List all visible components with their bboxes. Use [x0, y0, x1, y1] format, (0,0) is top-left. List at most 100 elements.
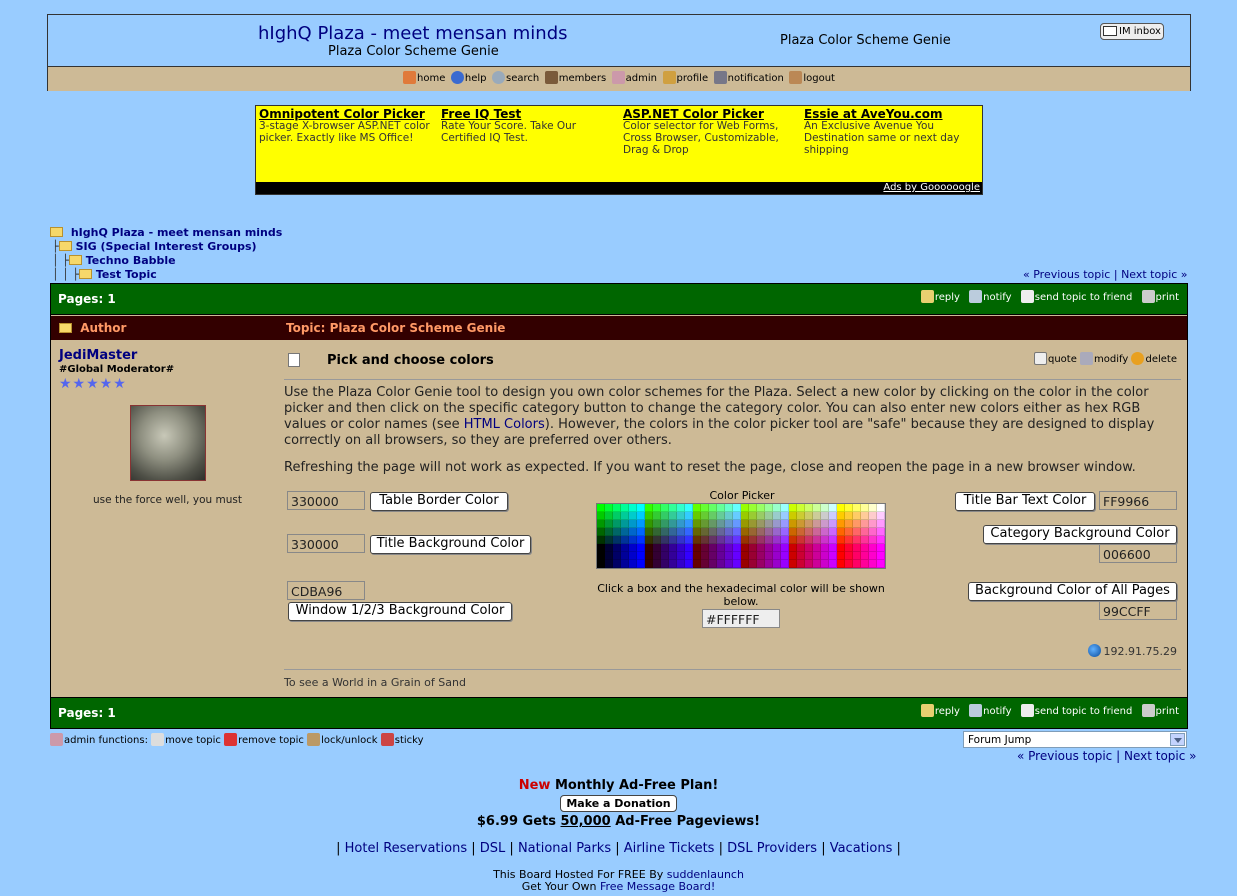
color-swatch[interactable]: [629, 528, 637, 536]
color-swatch[interactable]: [725, 528, 733, 536]
color-swatch[interactable]: [853, 504, 861, 512]
color-swatch[interactable]: [845, 520, 853, 528]
color-swatch[interactable]: [733, 552, 741, 560]
next-topic-link[interactable]: Next topic »: [1124, 749, 1197, 763]
make-donation-button[interactable]: Make a Donation: [560, 795, 677, 812]
color-swatch[interactable]: [677, 560, 685, 568]
color-picker-grid[interactable]: [596, 503, 886, 569]
color-swatch[interactable]: [821, 560, 829, 568]
color-swatch[interactable]: [869, 504, 877, 512]
color-swatch[interactable]: [629, 552, 637, 560]
color-swatch[interactable]: [629, 536, 637, 544]
color-swatch[interactable]: [629, 520, 637, 528]
color-swatch[interactable]: [653, 552, 661, 560]
nav-help[interactable]: help: [450, 71, 486, 84]
color-swatch[interactable]: [829, 512, 837, 520]
color-swatch[interactable]: [717, 520, 725, 528]
color-swatch[interactable]: [693, 504, 701, 512]
color-swatch[interactable]: [669, 536, 677, 544]
color-swatch[interactable]: [845, 544, 853, 552]
breadcrumb-root[interactable]: hIghQ Plaza - meet mensan minds: [50, 226, 282, 239]
color-swatch[interactable]: [829, 504, 837, 512]
forum-jump-select[interactable]: Forum Jump: [963, 731, 1187, 748]
color-swatch[interactable]: [757, 528, 765, 536]
color-swatch[interactable]: [805, 560, 813, 568]
color-swatch[interactable]: [629, 544, 637, 552]
color-swatch[interactable]: [645, 560, 653, 568]
color-swatch[interactable]: [597, 504, 605, 512]
color-swatch[interactable]: [733, 504, 741, 512]
color-swatch[interactable]: [709, 528, 717, 536]
nav-logout[interactable]: logout: [789, 71, 835, 84]
delete-button[interactable]: delete: [1131, 352, 1177, 365]
color-swatch[interactable]: [709, 520, 717, 528]
color-swatch[interactable]: [637, 512, 645, 520]
nav-home[interactable]: home: [403, 71, 445, 84]
color-swatch[interactable]: [645, 504, 653, 512]
color-swatch[interactable]: [773, 536, 781, 544]
color-swatch[interactable]: [701, 512, 709, 520]
color-swatch[interactable]: [677, 504, 685, 512]
nav-admin[interactable]: admin: [611, 71, 657, 84]
color-swatch[interactable]: [629, 560, 637, 568]
color-swatch[interactable]: [709, 512, 717, 520]
category-background-color-field[interactable]: 006600: [1099, 544, 1177, 563]
color-swatch[interactable]: [773, 504, 781, 512]
nav-notification[interactable]: notification: [713, 71, 784, 84]
color-swatch[interactable]: [837, 528, 845, 536]
color-swatch[interactable]: [805, 528, 813, 536]
color-swatch[interactable]: [733, 512, 741, 520]
color-swatch[interactable]: [653, 528, 661, 536]
color-swatch[interactable]: [861, 504, 869, 512]
color-swatch[interactable]: [733, 544, 741, 552]
color-swatch[interactable]: [797, 552, 805, 560]
color-swatch[interactable]: [685, 536, 693, 544]
color-swatch[interactable]: [877, 560, 885, 568]
color-swatch[interactable]: [845, 552, 853, 560]
color-swatch[interactable]: [797, 528, 805, 536]
color-swatch[interactable]: [773, 512, 781, 520]
color-swatch[interactable]: [693, 520, 701, 528]
color-swatch[interactable]: [877, 520, 885, 528]
color-swatch[interactable]: [701, 504, 709, 512]
color-swatch[interactable]: [797, 512, 805, 520]
table-border-color-field[interactable]: 330000: [287, 491, 365, 510]
color-swatch[interactable]: [597, 536, 605, 544]
color-swatch[interactable]: [669, 520, 677, 528]
reply-button[interactable]: reply: [920, 290, 960, 303]
color-swatch[interactable]: [749, 528, 757, 536]
notify-button[interactable]: notify: [969, 704, 1012, 717]
previous-topic-link[interactable]: « Previous topic: [1017, 749, 1112, 763]
color-swatch[interactable]: [621, 544, 629, 552]
color-swatch[interactable]: [741, 520, 749, 528]
color-swatch[interactable]: [829, 544, 837, 552]
color-swatch[interactable]: [637, 560, 645, 568]
color-swatch[interactable]: [693, 536, 701, 544]
color-swatch[interactable]: [709, 552, 717, 560]
color-swatch[interactable]: [637, 528, 645, 536]
color-swatch[interactable]: [653, 536, 661, 544]
color-swatch[interactable]: [861, 528, 869, 536]
color-swatch[interactable]: [861, 512, 869, 520]
color-swatch[interactable]: [733, 560, 741, 568]
color-swatch[interactable]: [613, 512, 621, 520]
color-swatch[interactable]: [749, 512, 757, 520]
color-swatch[interactable]: [789, 560, 797, 568]
color-swatch[interactable]: [869, 536, 877, 544]
color-swatch[interactable]: [765, 520, 773, 528]
color-swatch[interactable]: [709, 560, 717, 568]
page-background-color-button[interactable]: Background Color of All Pages: [968, 582, 1177, 601]
color-swatch[interactable]: [717, 536, 725, 544]
color-swatch[interactable]: [677, 552, 685, 560]
color-swatch[interactable]: [605, 504, 613, 512]
free-board-link[interactable]: Free Message Board!: [600, 880, 715, 893]
color-swatch[interactable]: [813, 512, 821, 520]
color-swatch[interactable]: [813, 520, 821, 528]
color-swatch[interactable]: [789, 528, 797, 536]
color-swatch[interactable]: [821, 512, 829, 520]
color-swatch[interactable]: [829, 528, 837, 536]
color-swatch[interactable]: [597, 528, 605, 536]
color-swatch[interactable]: [765, 512, 773, 520]
breadcrumb-techno[interactable]: │ ├ Techno Babble: [52, 254, 176, 267]
color-swatch[interactable]: [773, 552, 781, 560]
